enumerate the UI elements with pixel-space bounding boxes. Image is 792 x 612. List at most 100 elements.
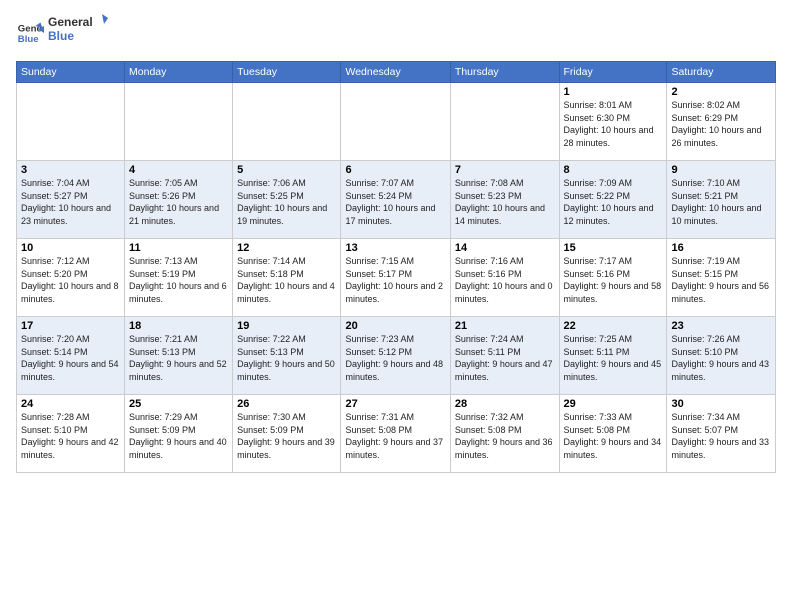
weekday-header: Friday <box>559 62 667 83</box>
calendar-week-row: 1Sunrise: 8:01 AM Sunset: 6:30 PM Daylig… <box>17 83 776 161</box>
calendar-cell: 21Sunrise: 7:24 AM Sunset: 5:11 PM Dayli… <box>450 317 559 395</box>
day-info: Sunrise: 7:05 AM Sunset: 5:26 PM Dayligh… <box>129 177 228 227</box>
calendar-cell <box>233 83 341 161</box>
day-info: Sunrise: 7:22 AM Sunset: 5:13 PM Dayligh… <box>237 333 336 383</box>
calendar-cell: 26Sunrise: 7:30 AM Sunset: 5:09 PM Dayli… <box>233 395 341 473</box>
svg-text:Blue: Blue <box>48 29 74 43</box>
calendar-cell: 22Sunrise: 7:25 AM Sunset: 5:11 PM Dayli… <box>559 317 667 395</box>
calendar-cell: 10Sunrise: 7:12 AM Sunset: 5:20 PM Dayli… <box>17 239 125 317</box>
calendar-cell: 11Sunrise: 7:13 AM Sunset: 5:19 PM Dayli… <box>125 239 233 317</box>
day-number: 8 <box>564 164 663 176</box>
day-info: Sunrise: 7:26 AM Sunset: 5:10 PM Dayligh… <box>671 333 771 383</box>
weekday-header: Wednesday <box>341 62 450 83</box>
calendar-cell <box>341 83 450 161</box>
calendar-cell: 1Sunrise: 8:01 AM Sunset: 6:30 PM Daylig… <box>559 83 667 161</box>
calendar-week-row: 17Sunrise: 7:20 AM Sunset: 5:14 PM Dayli… <box>17 317 776 395</box>
day-number: 15 <box>564 242 663 254</box>
calendar-cell: 30Sunrise: 7:34 AM Sunset: 5:07 PM Dayli… <box>667 395 776 473</box>
day-info: Sunrise: 7:10 AM Sunset: 5:21 PM Dayligh… <box>671 177 771 227</box>
calendar-cell: 20Sunrise: 7:23 AM Sunset: 5:12 PM Dayli… <box>341 317 450 395</box>
calendar-cell: 29Sunrise: 7:33 AM Sunset: 5:08 PM Dayli… <box>559 395 667 473</box>
day-number: 5 <box>237 164 336 176</box>
day-number: 22 <box>564 320 663 332</box>
day-number: 10 <box>21 242 120 254</box>
calendar-cell: 12Sunrise: 7:14 AM Sunset: 5:18 PM Dayli… <box>233 239 341 317</box>
day-number: 6 <box>345 164 445 176</box>
day-number: 23 <box>671 320 771 332</box>
day-number: 26 <box>237 398 336 410</box>
calendar-cell: 9Sunrise: 7:10 AM Sunset: 5:21 PM Daylig… <box>667 161 776 239</box>
calendar-cell: 5Sunrise: 7:06 AM Sunset: 5:25 PM Daylig… <box>233 161 341 239</box>
day-info: Sunrise: 7:04 AM Sunset: 5:27 PM Dayligh… <box>21 177 120 227</box>
calendar-cell: 8Sunrise: 7:09 AM Sunset: 5:22 PM Daylig… <box>559 161 667 239</box>
calendar-cell: 19Sunrise: 7:22 AM Sunset: 5:13 PM Dayli… <box>233 317 341 395</box>
day-number: 2 <box>671 86 771 98</box>
day-info: Sunrise: 7:06 AM Sunset: 5:25 PM Dayligh… <box>237 177 336 227</box>
calendar-cell: 23Sunrise: 7:26 AM Sunset: 5:10 PM Dayli… <box>667 317 776 395</box>
day-info: Sunrise: 7:12 AM Sunset: 5:20 PM Dayligh… <box>21 255 120 305</box>
day-number: 16 <box>671 242 771 254</box>
day-number: 25 <box>129 398 228 410</box>
day-info: Sunrise: 7:19 AM Sunset: 5:15 PM Dayligh… <box>671 255 771 305</box>
calendar-cell: 13Sunrise: 7:15 AM Sunset: 5:17 PM Dayli… <box>341 239 450 317</box>
day-number: 13 <box>345 242 445 254</box>
calendar-cell: 7Sunrise: 7:08 AM Sunset: 5:23 PM Daylig… <box>450 161 559 239</box>
day-info: Sunrise: 7:31 AM Sunset: 5:08 PM Dayligh… <box>345 411 445 461</box>
day-info: Sunrise: 7:32 AM Sunset: 5:08 PM Dayligh… <box>455 411 555 461</box>
day-info: Sunrise: 7:16 AM Sunset: 5:16 PM Dayligh… <box>455 255 555 305</box>
logo: General Blue General Blue <box>16 12 108 53</box>
calendar-table: SundayMondayTuesdayWednesdayThursdayFrid… <box>16 61 776 473</box>
day-number: 19 <box>237 320 336 332</box>
day-info: Sunrise: 7:15 AM Sunset: 5:17 PM Dayligh… <box>345 255 445 305</box>
day-number: 21 <box>455 320 555 332</box>
calendar-cell <box>450 83 559 161</box>
weekday-header: Thursday <box>450 62 559 83</box>
day-number: 28 <box>455 398 555 410</box>
calendar-cell: 6Sunrise: 7:07 AM Sunset: 5:24 PM Daylig… <box>341 161 450 239</box>
day-info: Sunrise: 7:07 AM Sunset: 5:24 PM Dayligh… <box>345 177 445 227</box>
day-number: 18 <box>129 320 228 332</box>
calendar-cell: 28Sunrise: 7:32 AM Sunset: 5:08 PM Dayli… <box>450 395 559 473</box>
day-number: 1 <box>564 86 663 98</box>
weekday-header: Sunday <box>17 62 125 83</box>
calendar-cell <box>125 83 233 161</box>
day-number: 24 <box>21 398 120 410</box>
calendar-cell: 2Sunrise: 8:02 AM Sunset: 6:29 PM Daylig… <box>667 83 776 161</box>
day-number: 29 <box>564 398 663 410</box>
day-info: Sunrise: 7:24 AM Sunset: 5:11 PM Dayligh… <box>455 333 555 383</box>
svg-text:Blue: Blue <box>18 33 39 44</box>
calendar-week-row: 3Sunrise: 7:04 AM Sunset: 5:27 PM Daylig… <box>17 161 776 239</box>
calendar-cell: 25Sunrise: 7:29 AM Sunset: 5:09 PM Dayli… <box>125 395 233 473</box>
day-info: Sunrise: 7:25 AM Sunset: 5:11 PM Dayligh… <box>564 333 663 383</box>
day-number: 14 <box>455 242 555 254</box>
calendar-cell: 16Sunrise: 7:19 AM Sunset: 5:15 PM Dayli… <box>667 239 776 317</box>
day-info: Sunrise: 7:33 AM Sunset: 5:08 PM Dayligh… <box>564 411 663 461</box>
day-info: Sunrise: 8:01 AM Sunset: 6:30 PM Dayligh… <box>564 99 663 149</box>
day-info: Sunrise: 8:02 AM Sunset: 6:29 PM Dayligh… <box>671 99 771 149</box>
calendar-cell: 15Sunrise: 7:17 AM Sunset: 5:16 PM Dayli… <box>559 239 667 317</box>
day-number: 12 <box>237 242 336 254</box>
day-info: Sunrise: 7:14 AM Sunset: 5:18 PM Dayligh… <box>237 255 336 305</box>
calendar-week-row: 24Sunrise: 7:28 AM Sunset: 5:10 PM Dayli… <box>17 395 776 473</box>
calendar-page: General Blue General Blue SundayMondayTu… <box>0 0 792 612</box>
general-blue-logo-svg: General Blue <box>48 12 108 48</box>
day-info: Sunrise: 7:08 AM Sunset: 5:23 PM Dayligh… <box>455 177 555 227</box>
calendar-cell: 24Sunrise: 7:28 AM Sunset: 5:10 PM Dayli… <box>17 395 125 473</box>
weekday-header: Tuesday <box>233 62 341 83</box>
day-info: Sunrise: 7:30 AM Sunset: 5:09 PM Dayligh… <box>237 411 336 461</box>
day-number: 9 <box>671 164 771 176</box>
day-info: Sunrise: 7:29 AM Sunset: 5:09 PM Dayligh… <box>129 411 228 461</box>
logo-icon: General Blue <box>16 19 44 47</box>
day-number: 7 <box>455 164 555 176</box>
svg-text:General: General <box>48 15 93 29</box>
day-number: 4 <box>129 164 228 176</box>
day-info: Sunrise: 7:13 AM Sunset: 5:19 PM Dayligh… <box>129 255 228 305</box>
calendar-cell: 27Sunrise: 7:31 AM Sunset: 5:08 PM Dayli… <box>341 395 450 473</box>
calendar-cell <box>17 83 125 161</box>
weekday-header: Saturday <box>667 62 776 83</box>
calendar-cell: 4Sunrise: 7:05 AM Sunset: 5:26 PM Daylig… <box>125 161 233 239</box>
weekday-header: Monday <box>125 62 233 83</box>
day-info: Sunrise: 7:23 AM Sunset: 5:12 PM Dayligh… <box>345 333 445 383</box>
calendar-cell: 3Sunrise: 7:04 AM Sunset: 5:27 PM Daylig… <box>17 161 125 239</box>
day-number: 11 <box>129 242 228 254</box>
